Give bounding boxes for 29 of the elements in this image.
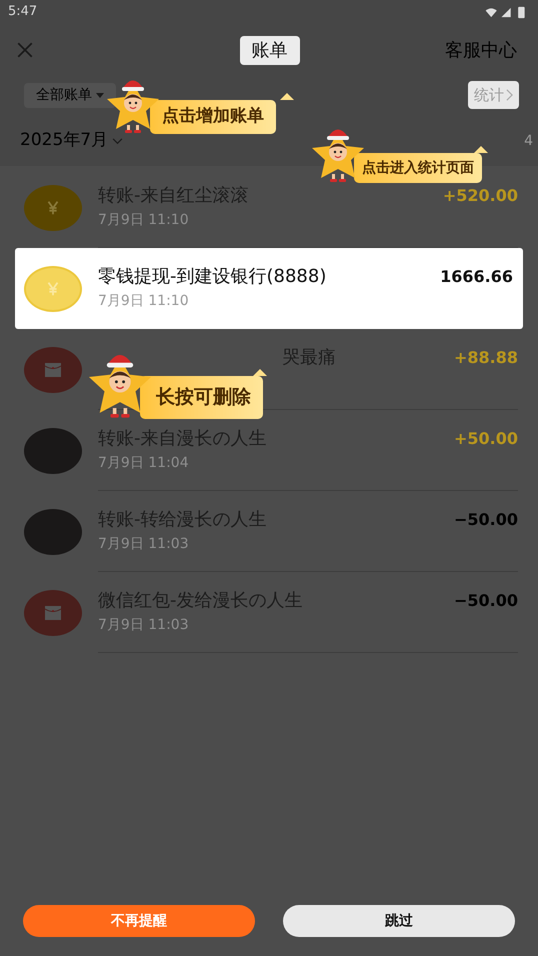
dont-remind-button[interactable]: 不再提醒 — [23, 905, 255, 937]
tip-pointer — [253, 369, 267, 376]
caret-icon — [96, 92, 104, 98]
statistics-button[interactable]: 统计 — [468, 81, 519, 109]
transaction-date: 7月9日 11:04 — [98, 454, 190, 473]
filter-dropdown[interactable]: 全部账单 — [24, 82, 116, 108]
transaction-title: 零钱提现-到建设银行(8888) — [98, 265, 328, 289]
status-time: 5:47 — [8, 3, 38, 22]
close-icon[interactable] — [16, 41, 34, 59]
tip-pointer — [280, 93, 294, 100]
transaction-date: 7月9日 11:10 — [98, 211, 190, 230]
highlighted-transaction-row[interactable]: 零钱提现-到建设银行(8888) 7月9日 11:10 1666.66 — [15, 248, 523, 329]
chevron-down-icon — [112, 138, 124, 144]
transaction-date: 7月9日 11:03 — [98, 616, 190, 635]
month-selector[interactable]: 2025年7月 — [20, 128, 124, 154]
transaction-amount: +520.00 — [442, 185, 518, 207]
transaction-amount: 1666.66 — [440, 266, 513, 288]
transaction-date: 7月9日 11:10 — [98, 292, 190, 311]
transaction-date: 7月9日 11:03 — [98, 535, 190, 554]
transaction-amount: −50.00 — [454, 509, 518, 531]
skip-button[interactable]: 跳过 — [283, 905, 515, 937]
page-title: 账单 — [240, 36, 300, 64]
summary-fragment: 4 — [524, 132, 533, 150]
transaction-amount: −50.00 — [454, 590, 518, 612]
transaction-amount: +88.88 — [454, 347, 518, 369]
tip-pointer — [474, 146, 488, 153]
transaction-amount: +50.00 — [454, 428, 518, 450]
customer-service-link[interactable]: 客服中心 — [445, 36, 517, 64]
chevron-right-icon — [506, 89, 513, 101]
